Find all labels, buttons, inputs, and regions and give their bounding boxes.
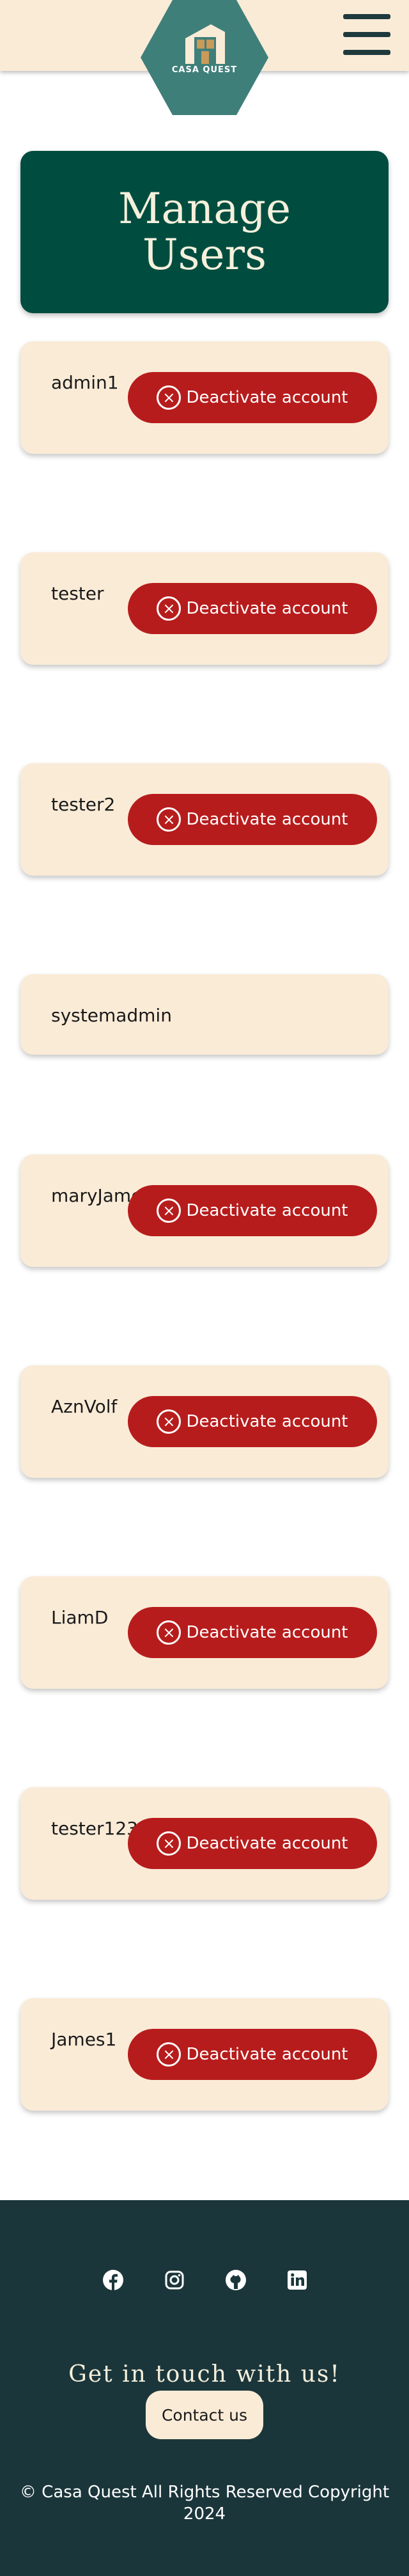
deactivate-label: Deactivate account [186,2045,348,2064]
deactivate-label: Deactivate account [186,388,348,407]
deactivate-label: Deactivate account [186,1834,348,1853]
close-circle-icon: × [157,807,181,832]
copyright-text: © Casa Quest All Rights Reserved Copyrig… [19,2483,390,2524]
user-card: tester123 × Deactivate account [20,1787,389,1900]
instagram-icon[interactable] [164,2269,185,2291]
logo-hexagon [141,0,268,115]
username: tester123 [51,1818,138,1839]
close-circle-icon: × [157,596,181,621]
close-circle-icon: × [157,1199,181,1223]
user-card: maryJames × Deactivate account [20,1154,389,1267]
deactivate-account-button[interactable]: × Deactivate account [128,1607,377,1658]
site-footer: Get in touch with us! Contact us © Casa … [0,2200,409,2576]
username: tester2 [51,794,116,815]
contact-us-button[interactable]: Contact us [146,2391,263,2439]
user-card: systemadmin [20,974,389,1055]
user-card: tester × Deactivate account [20,552,389,665]
close-circle-icon: × [157,2042,181,2067]
page-title-card: Manage Users [20,151,389,313]
deactivate-account-button[interactable]: × Deactivate account [128,583,377,634]
linkedin-icon[interactable] [286,2269,308,2291]
facebook-icon[interactable] [102,2269,124,2291]
page-title: Manage Users [118,184,291,279]
deactivate-account-button[interactable]: × Deactivate account [128,794,377,845]
logo-text: CASA QUEST [171,65,238,75]
deactivate-label: Deactivate account [186,599,348,618]
site-header: CASA QUEST [0,0,409,115]
casa-quest-logo[interactable]: CASA QUEST [141,0,268,115]
deactivate-label: Deactivate account [186,810,348,829]
deactivate-account-button[interactable]: × Deactivate account [128,1396,377,1447]
username: LiamD [51,1607,109,1628]
get-in-touch-heading: Get in touch with us! [68,2361,341,2387]
close-circle-icon: × [157,1831,181,1856]
user-card: tester2 × Deactivate account [20,763,389,876]
hamburger-menu-icon[interactable] [343,14,390,55]
deactivate-account-button[interactable]: × Deactivate account [128,1185,377,1236]
username: tester [51,583,104,604]
deactivate-account-button[interactable]: × Deactivate account [128,1818,377,1869]
username: James1 [51,2029,117,2050]
close-circle-icon: × [157,385,181,410]
deactivate-label: Deactivate account [186,1623,348,1642]
user-card: admin1 × Deactivate account [20,341,389,454]
username: AznVolf [51,1396,118,1417]
github-icon[interactable] [225,2269,247,2291]
username: systemadmin [51,1005,172,1026]
deactivate-account-button[interactable]: × Deactivate account [128,2029,377,2080]
username: admin1 [51,372,119,393]
deactivate-account-button[interactable]: × Deactivate account [128,372,377,423]
user-card: LiamD × Deactivate account [20,1576,389,1689]
deactivate-label: Deactivate account [186,1201,348,1220]
user-card: James1 × Deactivate account [20,1998,389,2111]
close-circle-icon: × [157,1409,181,1434]
deactivate-label: Deactivate account [186,1412,348,1431]
user-card: AznVolf × Deactivate account [20,1365,389,1478]
close-circle-icon: × [157,1620,181,1645]
